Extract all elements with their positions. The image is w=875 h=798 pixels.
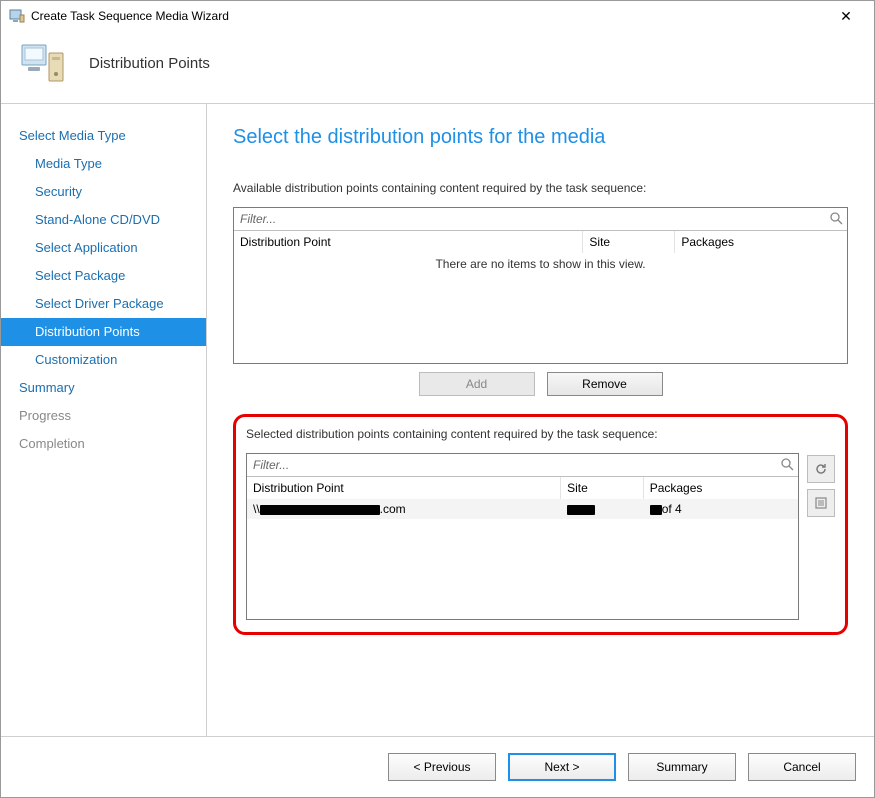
refresh-button[interactable] <box>807 455 835 483</box>
dp-suffix: .com <box>380 502 406 516</box>
dp-prefix: \\ <box>253 502 260 516</box>
selected-filter-input[interactable] <box>247 454 776 476</box>
table-row[interactable]: \\ .com of 4 <box>247 499 798 519</box>
selected-label: Selected distribution points containing … <box>246 427 799 441</box>
nav-completion: Completion <box>1 430 206 458</box>
redacted-text <box>650 505 662 515</box>
col-packages[interactable]: Packages <box>644 477 798 499</box>
available-filter-input[interactable] <box>234 208 825 230</box>
available-label: Available distribution points containing… <box>233 181 848 195</box>
search-icon[interactable] <box>825 211 847 228</box>
wizard-window: Create Task Sequence Media Wizard ✕ Dist… <box>0 0 875 798</box>
selected-highlight: Selected distribution points containing … <box>233 414 848 635</box>
packages-suffix: of 4 <box>662 502 682 516</box>
cell-dp: \\ .com <box>247 499 561 519</box>
previous-button[interactable]: < Previous <box>388 753 496 781</box>
col-dp[interactable]: Distribution Point <box>247 477 561 499</box>
summary-button[interactable]: Summary <box>628 753 736 781</box>
available-filter-row <box>234 208 847 231</box>
nav-standalone-cd-dvd[interactable]: Stand-Alone CD/DVD <box>1 206 206 234</box>
nav-customization[interactable]: Customization <box>1 346 206 374</box>
side-buttons <box>807 427 835 620</box>
cell-site <box>561 499 644 519</box>
window-title: Create Task Sequence Media Wizard <box>31 9 826 23</box>
titlebar: Create Task Sequence Media Wizard ✕ <box>1 1 874 31</box>
search-icon[interactable] <box>776 457 798 474</box>
nav-distribution-points[interactable]: Distribution Points <box>1 318 206 346</box>
app-icon <box>9 8 25 24</box>
header-title: Distribution Points <box>89 55 210 72</box>
available-empty: There are no items to show in this view. <box>234 253 847 271</box>
nav-security[interactable]: Security <box>1 178 206 206</box>
selected-filter-row <box>247 454 798 477</box>
next-button[interactable]: Next > <box>508 753 616 781</box>
available-columns: Distribution Point Site Packages <box>234 231 847 253</box>
main-panel: Select the distribution points for the m… <box>207 104 874 736</box>
close-button[interactable]: ✕ <box>826 8 866 25</box>
nav-progress: Progress <box>1 402 206 430</box>
nav-select-package[interactable]: Select Package <box>1 262 206 290</box>
cancel-button[interactable]: Cancel <box>748 753 856 781</box>
nav-select-application[interactable]: Select Application <box>1 234 206 262</box>
cell-packages: of 4 <box>644 499 798 519</box>
col-site[interactable]: Site <box>583 231 675 253</box>
redacted-text <box>567 505 595 515</box>
wizard-icon <box>19 39 67 87</box>
nav-select-driver-package[interactable]: Select Driver Package <box>1 290 206 318</box>
nav-sidebar: Select Media Type Media Type Security St… <box>1 104 207 736</box>
footer: < Previous Next > Summary Cancel <box>1 736 874 797</box>
selected-columns: Distribution Point Site Packages <box>247 477 798 499</box>
col-dp[interactable]: Distribution Point <box>234 231 583 253</box>
available-list-body: There are no items to show in this view. <box>234 253 847 363</box>
add-button: Add <box>419 372 535 396</box>
wizard-body: Select Media Type Media Type Security St… <box>1 104 874 736</box>
page-title: Select the distribution points for the m… <box>233 126 848 149</box>
available-listbox: Distribution Point Site Packages There a… <box>233 207 848 364</box>
header-panel: Distribution Points <box>1 31 874 104</box>
nav-summary[interactable]: Summary <box>1 374 206 402</box>
selected-list-body: \\ .com of 4 <box>247 499 798 619</box>
col-site[interactable]: Site <box>561 477 644 499</box>
add-remove-row: Add Remove <box>233 364 848 414</box>
details-button[interactable] <box>807 489 835 517</box>
remove-button[interactable]: Remove <box>547 372 663 396</box>
redacted-text <box>260 505 380 515</box>
selected-listbox: Distribution Point Site Packages \\ .com <box>246 453 799 620</box>
col-packages[interactable]: Packages <box>675 231 847 253</box>
nav-select-media-type[interactable]: Select Media Type <box>1 122 206 150</box>
nav-media-type[interactable]: Media Type <box>1 150 206 178</box>
